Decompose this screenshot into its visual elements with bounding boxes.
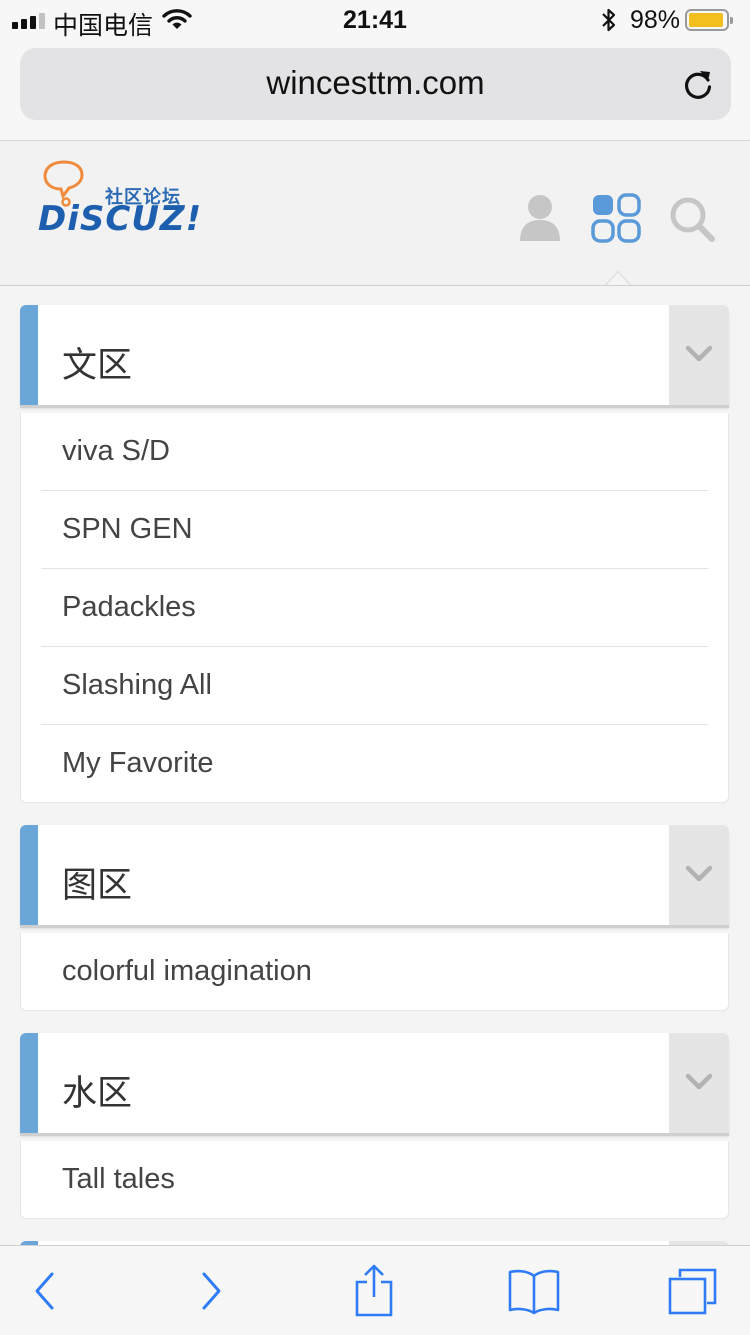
section-forum-list: Tall tales: [20, 1141, 729, 1219]
section-header[interactable]: 水区: [20, 1033, 729, 1133]
browser-toolbar: [0, 1245, 750, 1335]
status-bar: 中国电信 21:41 98%: [0, 0, 750, 40]
tabs-icon: [668, 1268, 717, 1314]
forum-section: 水区 Tall tales: [20, 1033, 729, 1219]
battery-percent: 98%: [630, 6, 681, 34]
site-logo[interactable]: 社区论坛 DiSCUZ!: [38, 159, 201, 239]
section-header[interactable]: 文区: [20, 305, 729, 405]
tabs-button[interactable]: [648, 1246, 738, 1335]
forum-link[interactable]: Tall tales: [41, 1141, 708, 1218]
chevron-down-icon: [685, 345, 713, 362]
active-nav-pointer: [605, 271, 631, 285]
chevron-right-icon: [202, 1272, 221, 1309]
site-header: 社区论坛 DiSCUZ!: [0, 141, 750, 286]
url-text[interactable]: wincesttm.com: [20, 64, 731, 102]
forum-link[interactable]: viva S/D: [41, 413, 708, 491]
forum-link[interactable]: Slashing All: [41, 647, 708, 725]
back-button[interactable]: [0, 1246, 90, 1335]
book-icon: [508, 1269, 560, 1314]
section-forum-list: viva S/D SPN GEN Padackles Slashing All …: [20, 413, 729, 803]
browser-address-area: wincesttm.com: [0, 40, 750, 141]
user-profile-icon[interactable]: [518, 193, 562, 248]
bluetooth-icon: [600, 7, 618, 38]
forum-grid-icon[interactable]: [591, 193, 641, 248]
forum-link[interactable]: Padackles: [41, 569, 708, 647]
forum-link[interactable]: colorful imagination: [41, 933, 708, 1010]
share-button[interactable]: [329, 1246, 419, 1335]
section-header[interactable]: 图区: [20, 825, 729, 925]
section-title: 文区: [62, 346, 133, 386]
forum-section: 文区 viva S/D SPN GEN Padackles Slashing A…: [20, 305, 729, 803]
collapse-toggle[interactable]: [669, 1033, 729, 1133]
battery-icon: [685, 9, 733, 31]
address-bar[interactable]: wincesttm.com: [20, 48, 731, 120]
share-icon: [355, 1264, 393, 1316]
section-title: 水区: [62, 1074, 133, 1114]
bookmarks-button[interactable]: [489, 1246, 579, 1335]
forum-link[interactable]: SPN GEN: [41, 491, 708, 569]
reload-icon[interactable]: [681, 67, 715, 106]
section-forum-list: colorful imagination: [20, 933, 729, 1011]
chevron-left-icon: [35, 1272, 54, 1309]
collapse-toggle[interactable]: [669, 825, 729, 925]
forum-list: 文区 viva S/D SPN GEN Padackles Slashing A…: [20, 305, 729, 1283]
forum-section: 图区 colorful imagination: [20, 825, 729, 1011]
chevron-down-icon: [685, 1073, 713, 1090]
forum-link[interactable]: My Favorite: [41, 725, 708, 802]
logo-wordmark: DiSCUZ!: [38, 199, 203, 239]
chevron-down-icon: [685, 865, 713, 882]
forward-button[interactable]: [166, 1246, 256, 1335]
collapse-toggle[interactable]: [669, 305, 729, 405]
section-title: 图区: [62, 866, 133, 906]
search-icon[interactable]: [668, 195, 716, 248]
